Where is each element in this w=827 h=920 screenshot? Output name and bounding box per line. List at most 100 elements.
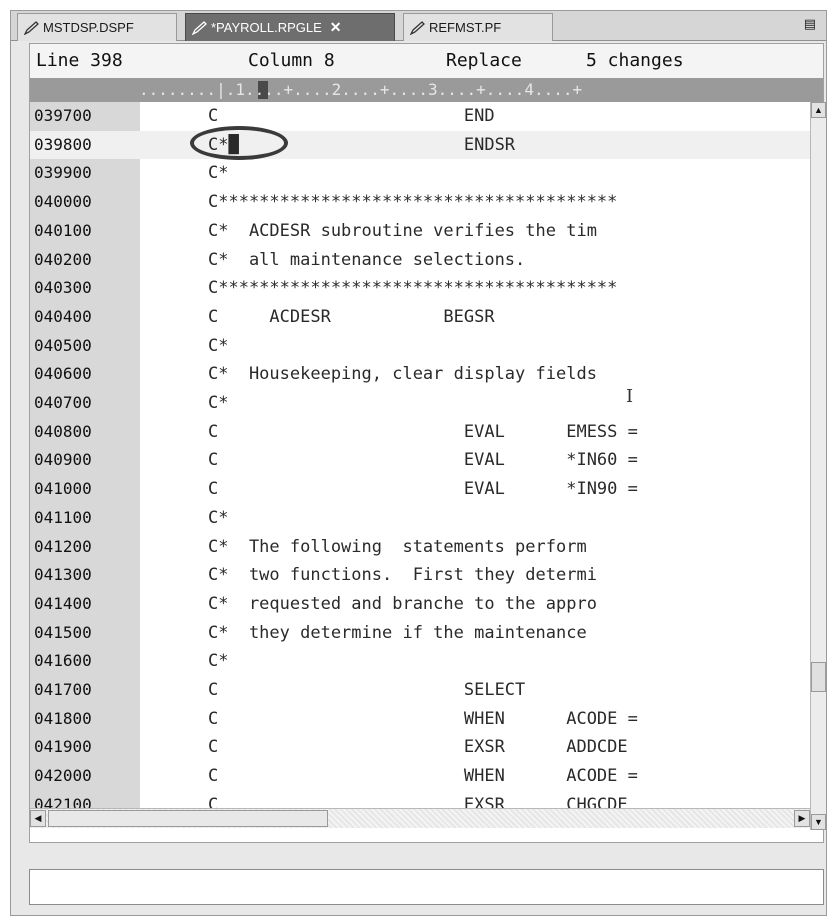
pencil-icon [24, 20, 39, 35]
tab-refmst-pf[interactable]: REFMST.PF [403, 13, 553, 41]
line-source[interactable]: C* requested and branche to the appro [208, 594, 597, 614]
source-editor[interactable]: Line 398 Column 8 Replace 5 changes ....… [29, 43, 826, 843]
line-source[interactable]: C EVAL *IN60 = [208, 450, 638, 470]
vertical-scroll-thumb[interactable] [811, 662, 826, 692]
mode-indicator: Replace [446, 50, 522, 71]
source-line[interactable]: 041500 C* they determine if the maintenan… [30, 619, 810, 648]
horizontal-scroll-thumb[interactable] [48, 810, 328, 827]
restore-icon[interactable]: ▤ [804, 17, 816, 32]
line-number: 040100 [34, 220, 92, 240]
source-line[interactable]: 040300 C*********************************… [30, 274, 810, 303]
line-number: 042000 [34, 766, 92, 786]
line-source[interactable]: C EVAL EMESS = [208, 422, 638, 442]
source-line[interactable]: 040600 C* Housekeeping, clear display fie… [30, 360, 810, 389]
editor-tab-bar: MSTDSP.DSPF *PAYROLL.RPGLE ✕ REFMST.PF ▤ [11, 11, 826, 41]
line-source[interactable]: C*************************************** [208, 192, 617, 212]
scroll-left-icon[interactable]: ◀ [30, 810, 46, 827]
ruler-text: ........|.1....+....2....+....3....+....… [139, 80, 583, 99]
line-source[interactable]: C WHEN ACODE = [208, 709, 638, 729]
close-icon[interactable]: ✕ [330, 19, 342, 36]
line-number: 041700 [34, 680, 92, 699]
pencil-icon [192, 20, 207, 35]
column-ruler: ........|.1....+....2....+....3....+....… [30, 78, 823, 102]
tab-label: MSTDSP.DSPF [43, 20, 134, 35]
line-number: 040900 [34, 450, 92, 470]
tab-mstdsp-dspf[interactable]: MSTDSP.DSPF [17, 13, 177, 41]
source-line[interactable]: 040500 C* [30, 332, 810, 361]
line-source[interactable]: C ACDESR BEGSR [208, 307, 495, 327]
line-number: 040800 [34, 421, 92, 441]
command-input[interactable] [29, 869, 824, 905]
scroll-down-icon[interactable]: ▼ [811, 814, 826, 830]
source-lines[interactable]: 039700 C END 039800 C*█ ENDSR 039900 C* 040000… [30, 102, 810, 808]
source-line[interactable]: 040100 C* ACDESR subroutine verifies the … [30, 217, 810, 246]
line-source[interactable]: C* [208, 163, 228, 183]
tab-payroll-rpgle[interactable]: *PAYROLL.RPGLE ✕ [185, 13, 395, 41]
line-number: 041300 [34, 565, 92, 585]
line-source[interactable]: C EXSR ADDCDE [208, 737, 628, 757]
line-source[interactable]: C* two functions. First they determi [208, 565, 597, 585]
line-number: 039800 [34, 134, 92, 154]
line-source[interactable]: C WHEN ACODE = [208, 766, 638, 786]
line-number: 041900 [34, 737, 92, 757]
source-line[interactable]: 040700 C* [30, 389, 810, 418]
line-number: 040500 [34, 335, 92, 355]
source-line[interactable]: 040900 C EVAL *IN60 = [30, 446, 810, 475]
line-source[interactable]: C* [208, 651, 228, 671]
scroll-right-icon[interactable]: ▶ [794, 810, 810, 827]
line-number: 041600 [34, 651, 92, 671]
line-source[interactable]: C* [208, 336, 228, 356]
source-line[interactable]: 039800 C*█ ENDSR [30, 130, 810, 160]
source-line[interactable]: 040400 C ACDESR BEGSR [30, 303, 810, 332]
source-line[interactable]: 040000 C*********************************… [30, 188, 810, 217]
line-source[interactable]: C SELECT [208, 680, 525, 700]
line-source[interactable]: C EXSR CHGCDE [208, 795, 628, 808]
editor-window: MSTDSP.DSPF *PAYROLL.RPGLE ✕ REFMST.PF ▤… [10, 10, 827, 916]
source-line[interactable]: 041400 C* requested and branche to the ap… [30, 590, 810, 619]
source-line[interactable]: 041000 C EVAL *IN90 = [30, 475, 810, 504]
line-number: 041000 [34, 479, 92, 499]
source-line[interactable]: 041100 C* [30, 504, 810, 533]
line-source[interactable]: C* The following statements perform [208, 537, 587, 557]
line-source[interactable]: C* they determine if the maintenance [208, 623, 587, 643]
source-line[interactable]: 042100 C EXSR CHGCDE [30, 791, 810, 808]
source-line[interactable]: 041300 C* two functions. First they deter… [30, 561, 810, 590]
source-line[interactable]: 041600 C* [30, 647, 810, 676]
horizontal-scrollbar[interactable]: ◀ ▶ [30, 808, 810, 828]
column-indicator: Column 8 [248, 50, 335, 71]
tab-label: *PAYROLL.RPGLE [211, 20, 322, 35]
line-source[interactable]: C* ACDESR subroutine verifies the tim [208, 221, 597, 241]
line-number: 040200 [34, 249, 92, 269]
line-indicator: Line 398 [36, 50, 123, 71]
line-number: 040700 [34, 393, 92, 412]
line-source[interactable]: C* [208, 508, 228, 528]
line-number: 041200 [34, 536, 92, 556]
line-source[interactable]: C END [208, 106, 495, 126]
editor-status-line: Line 398 Column 8 Replace 5 changes [30, 44, 823, 78]
source-line[interactable]: 040800 C EVAL EMESS = [30, 418, 810, 447]
source-line[interactable]: 039900 C* [30, 159, 810, 188]
line-source[interactable]: C EVAL *IN90 = [208, 479, 638, 499]
line-number: 040300 [34, 278, 92, 298]
source-line[interactable]: 042000 C WHEN ACODE = [30, 762, 810, 791]
line-number: 042100 [34, 794, 92, 808]
line-source[interactable]: C* Housekeeping, clear display fields [208, 364, 597, 384]
vertical-scrollbar[interactable]: ▲ ▼ [810, 102, 826, 830]
scroll-up-icon[interactable]: ▲ [811, 102, 826, 118]
line-source[interactable]: C* [208, 393, 228, 413]
pencil-icon [410, 20, 425, 35]
line-number: 041800 [34, 708, 92, 728]
line-source[interactable]: C* all maintenance selections. [208, 250, 525, 270]
source-line[interactable]: 041700 C SELECT [30, 676, 810, 705]
source-line[interactable]: 040200 C* all maintenance selections. [30, 246, 810, 275]
line-number: 039700 [34, 106, 92, 125]
source-line[interactable]: 039700 C END [30, 102, 810, 131]
source-line[interactable]: 041900 C EXSR ADDCDE [30, 733, 810, 762]
source-line[interactable]: 041200 C* The following statements perfor… [30, 533, 810, 562]
annotation-circle [190, 126, 288, 160]
source-line[interactable]: 041800 C WHEN ACODE = [30, 705, 810, 734]
line-number: 041100 [34, 507, 92, 527]
line-number: 041500 [34, 622, 92, 642]
line-number: 041400 [34, 593, 92, 613]
line-source[interactable]: C*************************************** [208, 278, 617, 298]
